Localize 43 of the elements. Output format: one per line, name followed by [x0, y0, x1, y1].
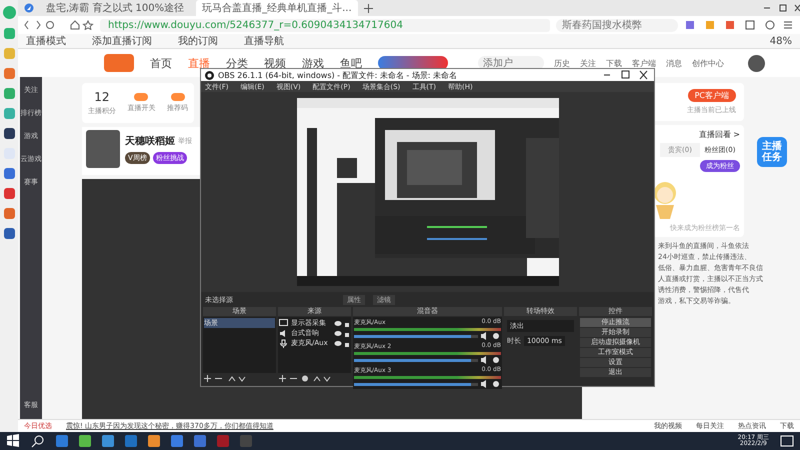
notification-icon[interactable] — [780, 434, 794, 448]
bookmark-link[interactable]: 直播模式 — [26, 34, 66, 48]
app-icon[interactable] — [4, 128, 14, 139]
visibility-lock-icon[interactable] — [334, 320, 350, 326]
visibility-lock-icon[interactable] — [334, 330, 350, 336]
app-icon[interactable] — [4, 228, 14, 239]
monitor-icon — [279, 318, 288, 328]
site-nav-link[interactable]: 鱼吧 — [340, 56, 362, 70]
photo-placeholder — [86, 130, 120, 168]
site-nav-link[interactable]: 首页 — [150, 56, 172, 70]
home-star-icon[interactable] — [70, 20, 94, 30]
header-icon-link[interactable]: 下载 — [606, 58, 622, 68]
bookmark-link[interactable]: 添加直播订阅 — [92, 34, 152, 48]
speaker-gear-icon[interactable] — [480, 380, 501, 388]
header-icon-link[interactable]: 创作中心 — [692, 58, 724, 68]
browser-search-field[interactable]: 斯春药国搜水模弊 — [556, 18, 678, 32]
replay-link[interactable]: 直播回看 > — [698, 129, 740, 140]
site-nav-link[interactable]: 视频 — [264, 56, 286, 70]
stat-value: 12 — [94, 90, 110, 104]
battery-reading: 48% — [770, 36, 792, 46]
window-title: OBS 26.1.1 (64-bit, windows) - 配置文件: 未命名 - 场景: 未命名 — [218, 70, 458, 80]
microphone-icon — [279, 338, 288, 348]
header-icon-link[interactable]: 关注 — [580, 58, 596, 68]
browser-tab[interactable]: 玩马合盖直播_经典单机直播_斗... — [196, 0, 358, 16]
search-icon[interactable] — [31, 434, 45, 448]
header-icon-link[interactable]: 历史 — [554, 58, 570, 68]
navigation-icon[interactable] — [24, 3, 34, 13]
site-nav-link[interactable]: 分类 — [226, 56, 248, 70]
user-avatar[interactable] — [748, 54, 765, 72]
header-icon-link[interactable]: 客户端 — [632, 58, 656, 68]
speaker-gear-icon[interactable] — [480, 356, 501, 364]
site-nav-link[interactable]: 游戏 — [302, 56, 324, 70]
browser-tab[interactable]: 盘宅,涛霸 育之以式 100%途径 — [40, 0, 190, 16]
streamer-name: 天穗咲稻姬 — [125, 134, 175, 148]
visibility-lock-icon[interactable] — [334, 340, 350, 346]
header-icon-link[interactable]: 消息 — [666, 58, 682, 68]
speaker-gear-icon[interactable] — [480, 332, 501, 340]
toolbar-extensions-icon[interactable] — [684, 20, 794, 30]
new-tab-icon[interactable] — [364, 4, 373, 12]
bookmark-link[interactable]: 我的订阅 — [178, 34, 218, 48]
start-icon[interactable] — [6, 434, 20, 448]
bookmark-link[interactable]: 直播导航 — [244, 34, 284, 48]
app-icon[interactable] — [4, 168, 14, 179]
